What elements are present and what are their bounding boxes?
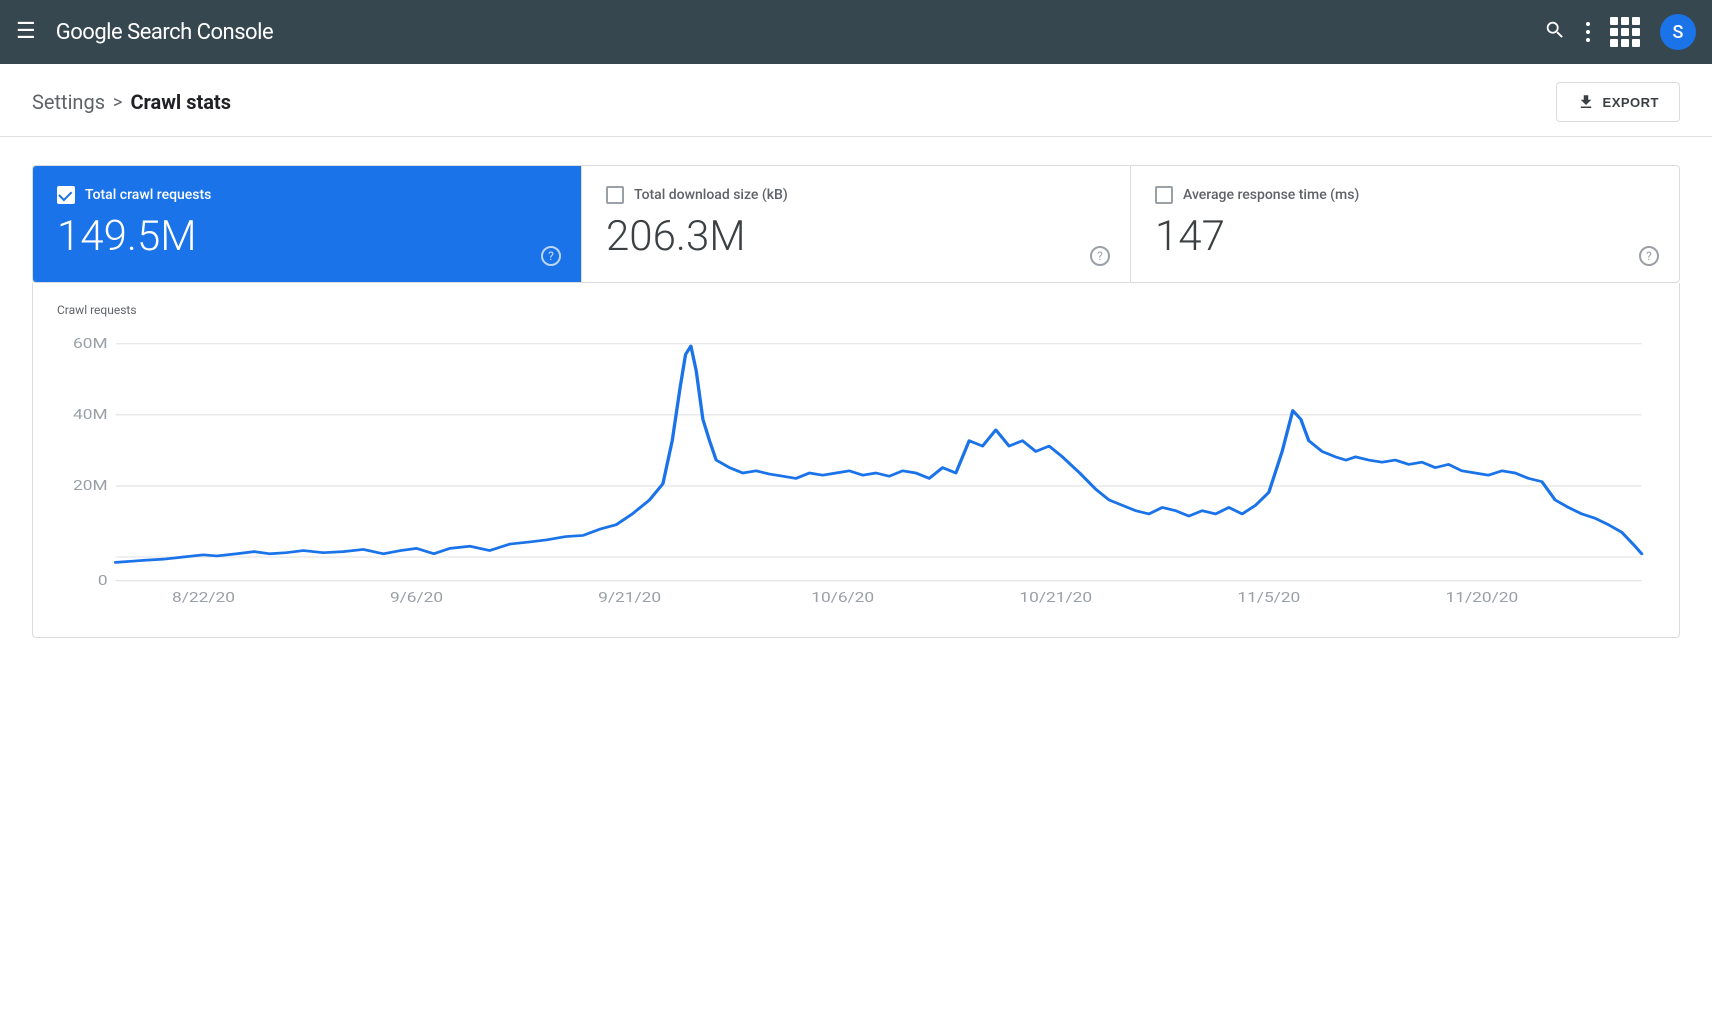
metric-card-crawl-requests[interactable]: Total crawl requests 149.5M ? [33,166,582,282]
user-avatar[interactable]: S [1660,14,1696,50]
metric-label-response: Average response time (ms) [1183,187,1359,203]
metric-checkbox-response[interactable] [1155,186,1173,204]
metric-value-download: 206.3M [606,216,1106,258]
metric-checkbox-download[interactable] [606,186,624,204]
metric-header-crawl: Total crawl requests [57,186,557,204]
metric-help-crawl[interactable]: ? [541,246,561,266]
header-right: S [1544,14,1696,50]
svg-text:0: 0 [98,572,108,589]
metric-label-download: Total download size (kB) [634,187,788,203]
main-content: Total crawl requests 149.5M ? Total down… [0,137,1712,666]
metric-value-response: 147 [1155,216,1655,258]
export-button[interactable]: EXPORT [1556,82,1680,122]
svg-text:11/20/20: 11/20/20 [1446,589,1519,606]
breadcrumb-bar: Settings > Crawl stats EXPORT [0,64,1712,137]
svg-text:60M: 60M [73,335,108,352]
svg-text:11/5/20: 11/5/20 [1237,589,1300,606]
svg-text:10/21/20: 10/21/20 [1019,589,1092,606]
export-label: EXPORT [1603,95,1659,110]
metric-card-response-time[interactable]: Average response time (ms) 147 ? [1131,166,1679,282]
svg-text:9/21/20: 9/21/20 [598,589,661,606]
download-icon [1577,93,1595,111]
search-icon[interactable] [1544,19,1566,46]
svg-text:9/6/20: 9/6/20 [390,589,443,606]
app-header: ☰ Google Search Console S [0,0,1712,64]
chart-title: Crawl requests [57,303,1655,317]
menu-icon[interactable]: ☰ [16,21,36,43]
svg-text:40M: 40M [73,406,108,423]
metric-header-response: Average response time (ms) [1155,186,1655,204]
metric-checkbox-crawl[interactable] [57,186,75,204]
app-title: Google Search Console [56,20,273,45]
svg-text:10/6/20: 10/6/20 [811,589,874,606]
metric-header-download: Total download size (kB) [606,186,1106,204]
header-left: ☰ Google Search Console [16,20,273,45]
metric-help-download[interactable]: ? [1090,246,1110,266]
breadcrumb-separator: > [113,92,122,113]
metric-value-crawl: 149.5M [57,216,557,258]
breadcrumb-settings[interactable]: Settings [32,90,105,114]
metrics-row: Total crawl requests 149.5M ? Total down… [32,165,1680,283]
chart-area: 60M 40M 20M 0 8/22/20 9/6/20 9/21/20 10/… [57,333,1655,613]
svg-text:8/22/20: 8/22/20 [172,589,235,606]
app-title-google: Google [56,20,122,45]
chart-container: Crawl requests 60M 40M 20M 0 8/22/20 9/6… [32,283,1680,638]
metric-card-download-size[interactable]: Total download size (kB) 206.3M ? [582,166,1131,282]
breadcrumb: Settings > Crawl stats [32,90,231,114]
svg-text:20M: 20M [73,477,108,494]
apps-icon[interactable] [1610,17,1640,47]
more-options-icon[interactable] [1586,22,1590,42]
metric-help-response[interactable]: ? [1639,246,1659,266]
metric-label-crawl: Total crawl requests [85,187,211,203]
app-title-rest: Search Console [122,20,273,45]
breadcrumb-current: Crawl stats [130,90,231,114]
chart-svg: 60M 40M 20M 0 8/22/20 9/6/20 9/21/20 10/… [57,333,1655,613]
